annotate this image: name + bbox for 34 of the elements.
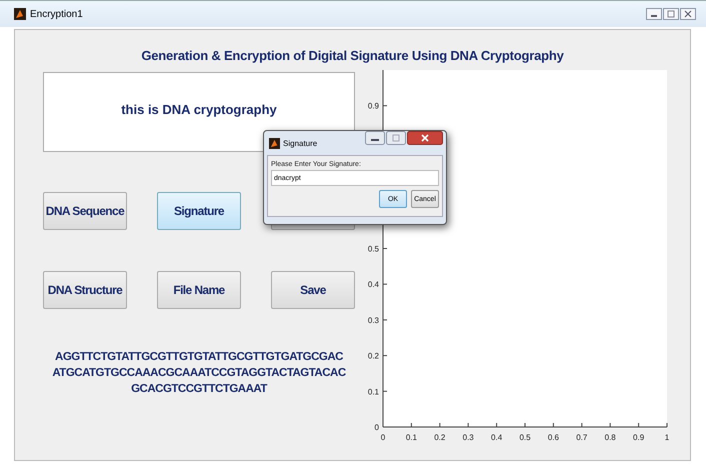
- y-tick-label: 0: [374, 423, 379, 432]
- x-tick-label: 0.5: [519, 433, 531, 442]
- window-title: Encryption1: [30, 8, 83, 20]
- x-tick-label: 0.1: [406, 433, 417, 442]
- dna-sequence-text: AGGTTCTGTATTGCGTTGTGTATTGCGTTGTGATGCGAC ATGCATGTGCCAAACGCAAATCCGTAGGTACTAGTACAC GCACGTCCGTTCTGAAAT: [51, 350, 347, 397]
- minimize-icon[interactable]: [365, 131, 385, 145]
- x-tick-label: 0.3: [462, 433, 474, 442]
- push-button[interactable]: File Name: [157, 271, 241, 309]
- app-icon: [14, 8, 26, 20]
- y-tick-label: 0.9: [368, 102, 379, 111]
- push-button[interactable]: DNA Structure: [43, 271, 127, 309]
- maximize-icon[interactable]: [663, 8, 679, 20]
- minimize-icon[interactable]: [646, 8, 662, 20]
- close-icon[interactable]: [407, 131, 443, 145]
- dialog-title: Signature: [283, 138, 318, 148]
- x-tick-label: 0: [380, 433, 386, 442]
- heading: Generation & Encryption of Digital Signature Using DNA Cryptography: [140, 47, 565, 65]
- y-tick-label: 0.4: [368, 280, 379, 290]
- y-tick-label: 0.1: [368, 387, 379, 396]
- push-button[interactable]: Signature: [157, 192, 241, 230]
- x-tick-label: 0.4: [491, 433, 502, 442]
- x-tick-label: 0.7: [576, 433, 588, 442]
- close-icon[interactable]: [680, 8, 696, 20]
- x-tick-label: 1: [664, 433, 670, 442]
- y-tick-label: 0.2: [368, 352, 379, 361]
- y-tick-label: 0.5: [368, 244, 379, 254]
- x-tick-label: 0.8: [604, 433, 616, 442]
- app-icon: [269, 138, 280, 148]
- push-button[interactable]: Save: [271, 271, 355, 309]
- y-tick-label: 0.3: [368, 316, 379, 325]
- x-tick-label: 0.9: [633, 433, 644, 442]
- push-button[interactable]: DNA Sequence: [43, 192, 127, 230]
- x-tick-label: 0.2: [434, 433, 446, 442]
- x-tick-label: 0.6: [548, 433, 559, 442]
